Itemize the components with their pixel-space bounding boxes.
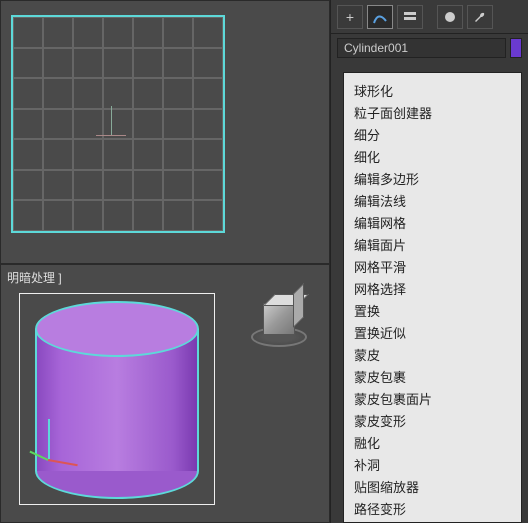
object-name-row [331,34,528,62]
command-panel: + 球形化粒子面创建器细分细化编辑多边形编辑法线编辑网格编辑面片网格平滑网格选择… [331,0,528,523]
modifier-item[interactable]: 贴图缩放器 [344,477,507,499]
modifier-item[interactable]: 编辑面片 [344,235,507,257]
modifier-item[interactable]: 编辑网格 [344,213,507,235]
modifier-item[interactable]: 置换 [344,301,507,323]
modifier-item[interactable]: 路径变形 [344,499,507,521]
hierarchy-tab-button[interactable] [397,5,423,29]
modifier-item[interactable]: 网格选择 [344,279,507,301]
object-name-input[interactable] [337,38,506,58]
object-color-swatch[interactable] [510,38,522,58]
modifier-item[interactable]: 蒙皮包裹 [344,367,507,389]
modifier-item[interactable]: 置换近似 [344,323,507,345]
modifier-item[interactable]: 蒙皮 [344,345,507,367]
utilities-tab-button[interactable] [467,5,493,29]
modifier-item[interactable]: 球形化 [344,81,507,103]
display-tab-button[interactable] [437,5,463,29]
viewport-perspective[interactable]: 明暗处理 ] [0,264,330,523]
modifier-item[interactable]: 粒子面创建器 [344,103,507,125]
modify-tab-button[interactable] [367,5,393,29]
modifier-item[interactable]: 融化 [344,433,507,455]
modifier-item[interactable]: 编辑法线 [344,191,507,213]
axis-gizmo-icon [101,121,131,151]
viewport-label[interactable]: 明暗处理 ] [7,269,62,286]
plus-icon: + [346,9,354,25]
create-tab-button[interactable]: + [337,5,363,29]
wrench-icon [472,9,488,25]
stack-icon [402,9,418,25]
modifier-item[interactable]: 细分 [344,125,507,147]
viewport-area: 明暗处理 ] [0,0,331,523]
modifier-item[interactable]: 补洞 [344,455,507,477]
modifier-item[interactable]: 蒙皮变形 [344,411,507,433]
modifier-item[interactable]: 蒙皮包裹面片 [344,389,507,411]
panel-toolbar: + [331,0,528,34]
modifier-item[interactable]: 编辑多边形 [344,169,507,191]
modifier-list[interactable]: 球形化粒子面创建器细分细化编辑多边形编辑法线编辑网格编辑面片网格平滑网格选择置换… [343,72,522,523]
viewport-top[interactable] [0,0,330,264]
curve-icon [372,9,388,25]
viewcube[interactable] [249,295,309,355]
modifier-item[interactable]: 网格平滑 [344,257,507,279]
transform-gizmo-icon[interactable] [43,419,63,479]
modifier-item[interactable]: 细化 [344,147,507,169]
sphere-icon [442,9,458,25]
